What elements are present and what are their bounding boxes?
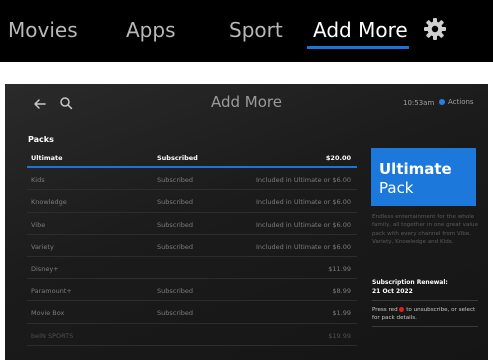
pack-title-line2: Pack — [379, 179, 414, 197]
pack-name: Vibe — [31, 220, 46, 229]
pack-price: Included in Ultimate or $6.00 — [255, 220, 351, 229]
pack-price: Included in Ultimate or $6.00 — [255, 176, 351, 185]
divider — [372, 326, 478, 327]
pack-row-disney-plus[interactable]: Disney+ $11.99 — [27, 257, 357, 280]
pack-name: Kids — [31, 176, 45, 185]
nav-item-movies[interactable]: Movies — [8, 18, 78, 42]
pack-price: $20.00 — [325, 154, 351, 162]
pack-row-ultimate[interactable]: Ultimate Subscribed $20.00 — [27, 146, 357, 169]
add-more-panel: Add More 10:53am Actions Packs Ultimate … — [5, 84, 488, 360]
pack-price: Included in Ultimate or $6.00 — [255, 198, 351, 207]
packs-section-label: Packs — [28, 135, 54, 144]
pack-title-line1: Ultimate — [379, 160, 452, 178]
nav-item-add-more[interactable]: Add More — [313, 18, 408, 42]
pack-name: Paramount+ — [31, 287, 72, 296]
pack-row-movie-box[interactable]: Movie Box Subscribed $1.99 — [27, 301, 357, 324]
pack-row-kids[interactable]: Kids Subscribed Included in Ultimate or … — [27, 168, 357, 191]
red-button-icon — [399, 307, 405, 312]
pack-price: $1.99 — [332, 309, 351, 318]
pack-status: Subscribed — [157, 176, 194, 185]
divider — [372, 300, 478, 301]
gear-icon[interactable] — [423, 17, 447, 41]
pack-title-card: Ultimate Pack — [371, 148, 476, 206]
pack-price: $11.99 — [328, 264, 351, 273]
pack-status: Subscribed — [157, 309, 194, 318]
pack-row-variety[interactable]: Variety Subscribed Included in Ultimate … — [27, 235, 357, 257]
nav-active-underline — [307, 46, 409, 49]
pack-status: Subscribed — [157, 198, 194, 207]
pack-price: $19.99 — [328, 331, 351, 340]
pack-status: Subscribed — [157, 154, 198, 162]
actions-dot-icon — [439, 99, 445, 105]
pack-name: Movie Box — [31, 309, 65, 318]
nav-item-apps[interactable]: Apps — [126, 18, 176, 42]
pack-status: Subscribed — [157, 287, 194, 296]
pack-status: Subscribed — [157, 220, 194, 229]
pack-status: Subscribed — [157, 242, 194, 251]
packs-list: Ultimate Subscribed $20.00 Kids Subscrib… — [27, 146, 357, 346]
pack-name: Disney+ — [31, 264, 59, 273]
pack-description: Endless entertainment for the whole fami… — [372, 214, 478, 246]
clock: 10:53am — [403, 99, 435, 107]
actions-button[interactable]: Actions — [448, 98, 474, 106]
top-nav-bar: Movies Apps Sport Add More — [0, 0, 493, 62]
unsubscribe-hint: Press red to unsubscribe, or select for … — [372, 306, 484, 322]
pack-row-paramount-plus[interactable]: Paramount+ Subscribed $8.99 — [27, 279, 357, 302]
pack-row-vibe[interactable]: Vibe Subscribed Included in Ultimate or … — [27, 213, 357, 235]
renewal-date: 21 Oct 2022 — [372, 288, 413, 295]
pack-row-bein-sports[interactable]: beIN SPORTS $19.99 — [27, 324, 357, 346]
renewal-label: Subscription Renewal: — [372, 279, 448, 286]
pack-name: beIN SPORTS — [31, 331, 74, 340]
pack-name: Knowledge — [31, 198, 67, 207]
pack-price: $8.99 — [332, 287, 351, 296]
pack-row-knowledge[interactable]: Knowledge Subscribed Included in Ultimat… — [27, 190, 357, 213]
panel-header: Add More 10:53am Actions — [5, 84, 488, 124]
hint-pre: Press red — [372, 307, 398, 313]
pack-name: Variety — [31, 242, 54, 251]
pack-name: Ultimate — [31, 154, 63, 162]
nav-item-sport[interactable]: Sport — [229, 18, 283, 42]
pack-price: Included in Ultimate or $6.00 — [255, 242, 351, 251]
